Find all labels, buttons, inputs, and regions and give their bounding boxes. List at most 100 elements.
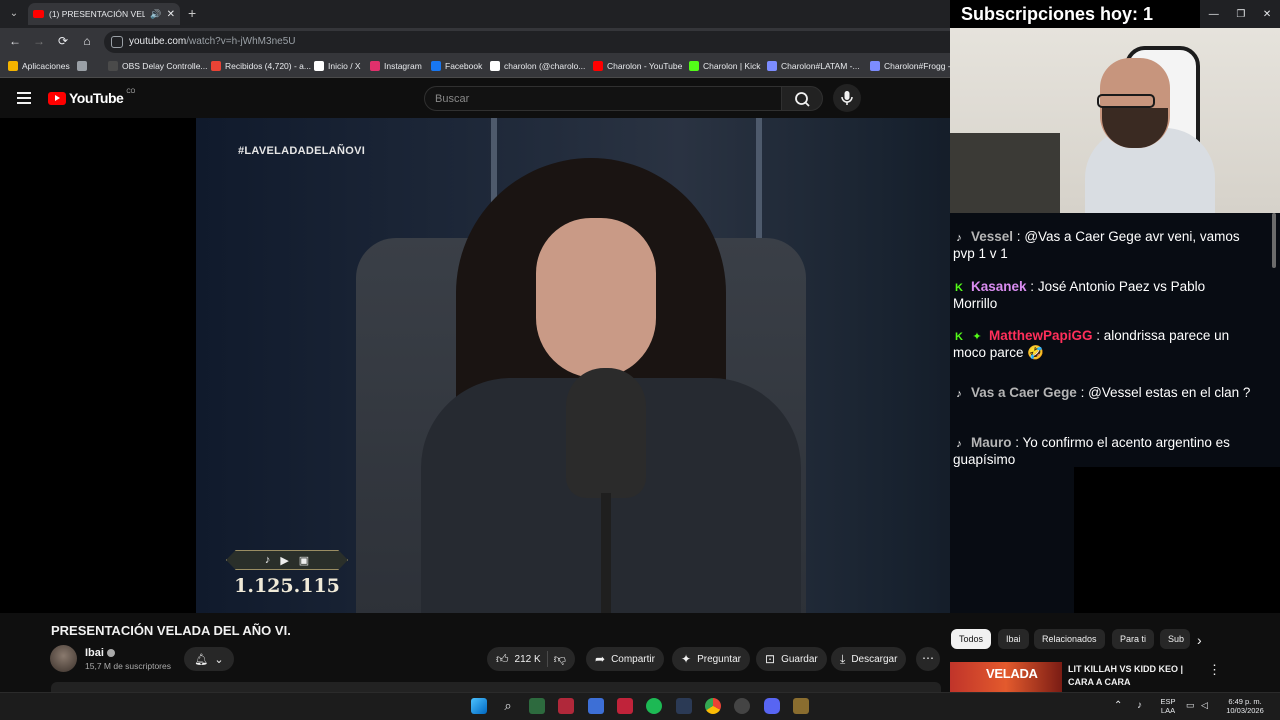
chevron-up-icon[interactable]: ⌃	[1114, 701, 1122, 711]
chat-separator: :	[1026, 279, 1038, 294]
bookmark-item[interactable]: OBS Delay Controlle...	[108, 61, 208, 71]
chat-username: Vas a Caer Gege	[971, 385, 1077, 400]
chrome-icon[interactable]	[705, 698, 721, 714]
spreadsheet-icon[interactable]	[529, 698, 545, 714]
share-button[interactable]: ➦ Compartir	[586, 647, 664, 671]
maximize-icon[interactable]: ❐	[1236, 9, 1245, 20]
video-player[interactable]: #LAVELADADELAÑOVI ♪ ▶ ▣ 1.125.115	[0, 118, 950, 613]
youtube-logo[interactable]: YouTube CO	[48, 89, 135, 106]
recommendation-thumbnail[interactable]: VELADA	[950, 662, 1062, 692]
bookmark-label: Facebook	[445, 61, 483, 71]
video-frame: #LAVELADADELAÑOVI ♪ ▶ ▣ 1.125.115	[196, 118, 950, 613]
bookmark-item[interactable]	[77, 61, 91, 71]
home-icon[interactable]: ⌂	[79, 34, 95, 48]
bookmark-label: Instagram	[384, 61, 422, 71]
bookmark-item[interactable]: Charolon - YouTube	[593, 61, 682, 71]
more-vertical-icon[interactable]: ⋮	[1208, 662, 1221, 678]
vpn-icon[interactable]	[588, 698, 604, 714]
browser-tab-active[interactable]: (1) PRESENTACIÓN VELADA DEL AÑO VI. 🔊 ✕	[28, 3, 180, 25]
tf-app-icon[interactable]	[558, 698, 574, 714]
filter-chip[interactable]: Todos	[951, 629, 992, 649]
dislike-icon[interactable]: 👎︎	[554, 652, 566, 667]
like-icon[interactable]: 👍︎	[496, 652, 509, 667]
voice-search-button[interactable]	[833, 84, 861, 112]
filter-chip[interactable]: Para ti	[1112, 629, 1155, 649]
bookmark-item[interactable]: Charolon | Kick	[689, 61, 760, 71]
language-indicator[interactable]: ESP LAA	[1158, 697, 1178, 715]
filter-chip[interactable]: Relacionados	[1034, 629, 1105, 649]
clock-date: 10/03/2026	[1226, 706, 1264, 715]
search-icon[interactable]: ⌕	[500, 698, 516, 714]
channel-avatar[interactable]	[50, 645, 77, 672]
notifications-button[interactable]: 🔔︎ ⌄	[184, 647, 234, 671]
new-tab-button[interactable]: +	[188, 5, 196, 21]
bookmark-favicon-icon	[767, 61, 777, 71]
address-bar[interactable]: youtube.com/watch?v=h-jWhM3ne5U	[104, 31, 950, 53]
microphone-icon	[841, 91, 853, 105]
bookmark-item[interactable]: Charolon#LATAM -...	[767, 61, 860, 71]
bookmark-favicon-icon	[77, 61, 87, 71]
verified-icon	[106, 649, 115, 657]
bookmark-label: Charolon#Frogg -	[884, 61, 951, 71]
tab-search-icon[interactable]: ⌄	[6, 6, 22, 22]
bookmark-item[interactable]: Inicio / X	[314, 61, 361, 71]
volume-icon[interactable]: ◁	[1201, 701, 1208, 710]
webcam-overlay	[950, 28, 1280, 213]
like-count[interactable]: 212 K	[515, 654, 541, 665]
chat-scrollbar[interactable]	[1272, 213, 1276, 268]
language-code: ESP	[1160, 697, 1176, 706]
clock[interactable]: 6:49 p. m. 10/03/2026	[1222, 697, 1268, 715]
bookmark-item[interactable]: Facebook	[431, 61, 482, 71]
bookmark-label: Charolon | Kick	[703, 61, 761, 71]
chat-message: ♪ Mauro : Yo confirmo el acento argentino…	[953, 435, 1253, 468]
close-tab-icon[interactable]: ✕	[167, 9, 175, 20]
bookmark-label: Inicio / X	[328, 61, 361, 71]
obs-icon[interactable]	[734, 698, 750, 714]
sparkle-icon: ✦	[681, 652, 692, 666]
filter-chip[interactable]: Ibai	[998, 629, 1029, 649]
start-icon[interactable]	[471, 698, 487, 714]
platform-badge: ♪ ▶ ▣	[226, 550, 348, 570]
back-icon[interactable]: ←	[7, 34, 23, 48]
channel-name-link[interactable]: Ibai	[85, 647, 115, 659]
reload-icon[interactable]: ⟳	[55, 34, 71, 48]
recommendation-title[interactable]: LIT KILLAH VS KIDD KEO | CARA A CARA	[1068, 663, 1198, 689]
audio-app-icon[interactable]	[676, 698, 692, 714]
kick-app-icon[interactable]	[617, 698, 633, 714]
subscriber-count: 15,7 M de suscriptores	[85, 661, 171, 671]
network-icon[interactable]: ▭	[1186, 701, 1195, 710]
youtube-masthead: YouTube CO	[0, 78, 950, 118]
save-button[interactable]: ⊡ Guardar	[756, 647, 827, 671]
bookmark-favicon-icon	[490, 61, 500, 71]
bookmark-label: Aplicaciones	[22, 61, 70, 71]
forward-icon[interactable]: →	[31, 34, 47, 48]
download-button[interactable]: ⤓ Descargar	[831, 647, 907, 671]
bookmark-favicon-icon	[431, 61, 441, 71]
minimize-icon[interactable]: —	[1209, 9, 1219, 20]
search-button[interactable]	[781, 86, 823, 111]
close-window-icon[interactable]: ✕	[1263, 9, 1271, 20]
ask-label: Preguntar	[697, 653, 741, 665]
filter-chip[interactable]: Sub	[1160, 629, 1190, 649]
mic-tray-icon[interactable]: ♪	[1137, 701, 1142, 711]
spotify-icon[interactable]	[646, 698, 662, 714]
speaker-icon[interactable]: 🔊	[150, 9, 161, 20]
more-actions-icon[interactable]: ⋯	[916, 647, 940, 671]
url-text: youtube.com/watch?v=h-jWhM3ne5U	[129, 36, 295, 47]
bookmark-item[interactable]: Aplicaciones	[8, 61, 70, 71]
chevron-right-icon[interactable]: ›	[1197, 632, 1202, 648]
search-input[interactable]	[425, 87, 781, 110]
bookmark-item[interactable]: charolon (@charolo...	[490, 61, 585, 71]
bookmark-item[interactable]: Instagram	[370, 61, 422, 71]
streamer-glasses	[1097, 94, 1155, 108]
menu-icon[interactable]	[17, 92, 31, 104]
site-info-icon[interactable]	[111, 36, 123, 48]
league-icon[interactable]	[793, 698, 809, 714]
description-box[interactable]	[51, 682, 941, 692]
bookmark-item[interactable]: Recibidos (4,720) - a...	[211, 61, 311, 71]
ask-button[interactable]: ✦ Preguntar	[672, 647, 750, 671]
bookmark-item[interactable]: Charolon#Frogg -	[870, 61, 951, 71]
thumbnail-text: VELADA	[986, 666, 1038, 681]
discord-icon[interactable]	[764, 698, 780, 714]
bell-icon: 🔔︎	[194, 653, 209, 666]
